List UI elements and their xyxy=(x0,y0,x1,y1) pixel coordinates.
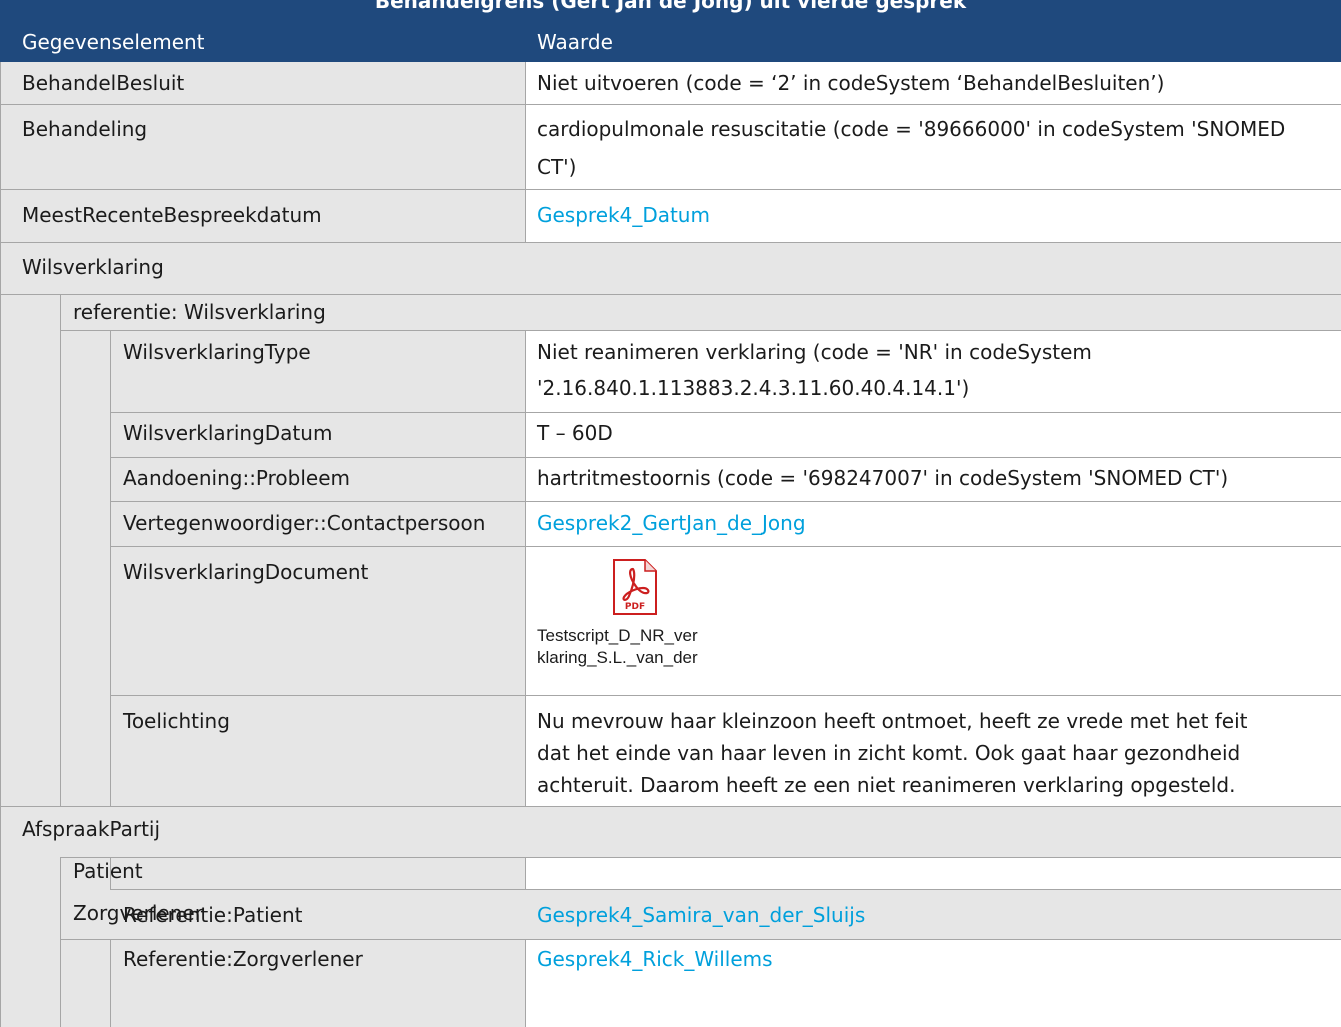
row-divider xyxy=(60,939,1341,940)
row-divider xyxy=(0,294,1341,295)
column-header-value: Waarde xyxy=(537,30,613,54)
column-divider xyxy=(525,62,526,242)
subsection-label-patient: Patient xyxy=(73,859,143,883)
table-title-text: Behandelgrens (Gert Jan de Jong) uit vie… xyxy=(374,0,967,13)
row-label-meestrecentebespreekdatum: MeestRecenteBespreekdatum xyxy=(22,203,322,227)
pdf-caption-line-2: klaring_S.L._van_der xyxy=(537,648,698,667)
row-divider xyxy=(0,242,1341,243)
row-value-toelichting-line-3: achteruit. Daarom heeft ze een niet rean… xyxy=(537,773,1236,797)
section-row-wilsverklaring xyxy=(0,242,1341,294)
row-divider xyxy=(110,695,1341,696)
row-value-toelichting-line-2: dat het einde van haar leven in zicht ko… xyxy=(537,741,1241,765)
row-value-aandoening-probleem: hartritmestoornis (code = '698247007' in… xyxy=(537,466,1229,490)
table-left-border xyxy=(0,62,1,1027)
table-title: Behandelgrens (Gert Jan de Jong) uit vie… xyxy=(0,0,1341,22)
row-divider xyxy=(0,806,1341,807)
row-divider xyxy=(110,889,1341,890)
row-value-behandeling-line-1: cardiopulmonale resuscitatie (code = '89… xyxy=(537,117,1286,141)
value-cell-patient xyxy=(526,857,1341,889)
row-divider xyxy=(110,546,1341,547)
subsection-label-zorgverlener: Zorgverlener xyxy=(73,901,203,925)
pdf-icon[interactable]: PDF xyxy=(612,559,658,620)
row-divider xyxy=(110,412,1341,413)
indent-column-wilsverklaring xyxy=(0,330,110,806)
row-label-wilsverklaringdocument: WilsverklaringDocument xyxy=(123,560,369,584)
pdf-attachment-caption[interactable]: Testscript_D_NR_ver klaring_S.L._van_der xyxy=(537,625,757,669)
link-gesprek4-rick-willems[interactable]: Gesprek4_Rick_Willems xyxy=(537,944,773,974)
row-divider xyxy=(60,857,1341,858)
row-value-wilsverklaringdatum: T – 60D xyxy=(537,421,613,445)
row-value-wilsverklaringtype-line-1: Niet reanimeren verklaring (code = 'NR' … xyxy=(537,340,1092,364)
row-divider xyxy=(110,457,1341,458)
row-value-wilsverklaringtype-line-2: '2.16.840.1.113883.2.4.3.11.60.40.4.14.1… xyxy=(537,376,970,400)
row-value-toelichting-line-1: Nu mevrouw haar kleinzoon heeft ontmoet,… xyxy=(537,709,1248,733)
link-gesprek4-datum[interactable]: Gesprek4_Datum xyxy=(537,200,710,230)
indent-divider xyxy=(110,330,111,806)
section-label-wilsverklaring: Wilsverklaring xyxy=(22,255,164,279)
row-value-behandeling-line-2: CT') xyxy=(537,155,577,179)
row-label-wilsverklaringtype: WilsverklaringType xyxy=(123,340,311,364)
column-divider xyxy=(525,857,526,889)
section-label-afspraakpartij: AfspraakPartij xyxy=(22,817,161,841)
column-header-element: Gegevenselement xyxy=(22,30,205,54)
pdf-caption-line-1: Testscript_D_NR_ver xyxy=(537,626,698,645)
link-gesprek4-samira-van-der-sluijs[interactable]: Gesprek4_Samira_van_der_Sluijs xyxy=(537,900,865,930)
row-divider xyxy=(60,330,1341,331)
row-label-aandoening-probleem: Aandoening::Probleem xyxy=(123,466,351,490)
row-label-behandelbesluit: BehandelBesluit xyxy=(22,71,185,95)
row-label-referentie-zorgverlener: Referentie:Zorgverlener xyxy=(123,947,363,971)
row-divider xyxy=(0,189,1341,190)
subsection-label-referentie-wilsverklaring: referentie: Wilsverklaring xyxy=(73,300,326,324)
svg-text:PDF: PDF xyxy=(625,602,645,612)
row-divider xyxy=(0,104,1341,105)
row-label-vertegenwoordiger-contactpersoon: Vertegenwoordiger::Contactpersoon xyxy=(123,511,486,535)
row-value-behandelbesluit: Niet uitvoeren (code = ‘2’ in codeSystem… xyxy=(537,71,1165,95)
indent-divider xyxy=(60,294,61,806)
row-divider xyxy=(110,501,1341,502)
row-label-wilsverklaringdatum: WilsverklaringDatum xyxy=(123,421,333,445)
row-label-toelichting: Toelichting xyxy=(123,709,230,733)
indent-divider xyxy=(60,857,61,1027)
column-divider xyxy=(525,939,526,1027)
table-header-row: Gegevenselement Waarde xyxy=(0,22,1341,62)
row-label-behandeling: Behandeling xyxy=(22,117,148,141)
indent-divider xyxy=(110,939,111,1027)
link-gesprek2-gertjan-de-jong[interactable]: Gesprek2_GertJan_de_Jong xyxy=(537,508,806,538)
column-divider xyxy=(525,330,526,806)
